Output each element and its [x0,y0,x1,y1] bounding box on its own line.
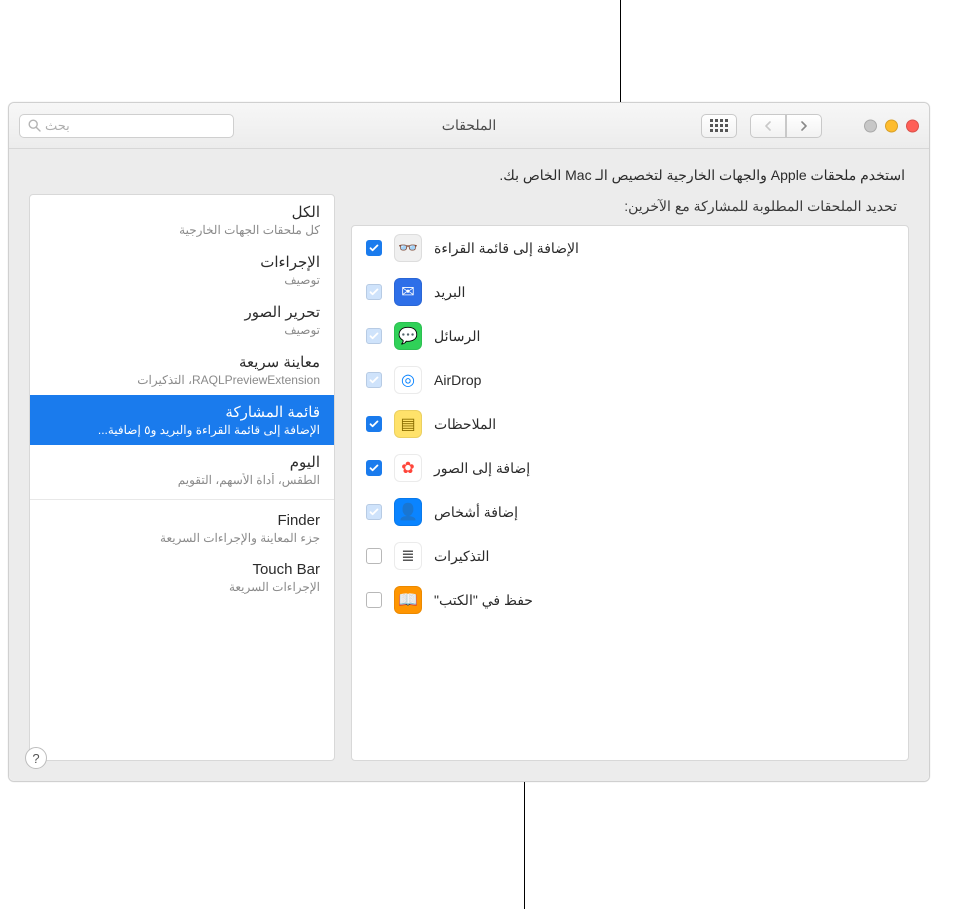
category-sidebar: الكل كل ملحقات الجهات الخارجية الإجراءات تو… [29,194,335,761]
extension-checkbox [366,504,382,520]
extensions-list: 👓 الإضافة إلى قائمة القراءة ✉︎ البريد 💬 الرسا… [351,225,909,761]
sidebar-item-subtitle: كل ملحقات الجهات الخارجية [40,223,320,237]
sidebar-item-subtitle: RAQLPreviewExtension، التذكيرات [40,373,320,387]
search-field[interactable]: بحث [19,114,234,138]
sidebar-item-0[interactable]: الكل كل ملحقات الجهات الخارجية [30,195,334,245]
window-body: استخدم ملحقات Apple والجهات الخارجية لتخ… [9,149,929,781]
sidebar-item-subtitle: توصيف [40,323,320,337]
sidebar-item-4[interactable]: قائمة المشاركة الإضافة إلى قائمة القراءة … [30,395,334,445]
extension-label: الملاحظات [434,416,496,433]
extension-label: حفظ في "الكتب" [434,592,533,609]
extension-label: البريد [434,284,465,301]
mail-icon: ✉︎ [394,278,422,306]
sidebar-item-2[interactable]: تحرير الصور توصيف [30,295,334,345]
notes-icon: ▤ [394,410,422,438]
extension-checkbox[interactable] [366,240,382,256]
extension-row-2: 💬 الرسائل [352,314,908,358]
books-icon: 📖 [394,586,422,614]
extension-checkbox [366,284,382,300]
search-placeholder: بحث [45,118,70,134]
sidebar-item-3[interactable]: معاينة سريعة RAQLPreviewExtension، التذكي… [30,345,334,395]
extension-row-0: 👓 الإضافة إلى قائمة القراءة [352,226,908,270]
extension-checkbox [366,328,382,344]
sidebar-item-5[interactable]: اليوم الطقس، أداة الأسهم، التقويم [30,445,334,495]
extension-checkbox[interactable] [366,592,382,608]
extension-row-7: ≣ التذكيرات [352,534,908,578]
sidebar-item-title: قائمة المشاركة [40,403,320,421]
extension-row-1: ✉︎ البريد [352,270,908,314]
extension-label: إضافة إلى الصور [434,460,530,477]
photos-icon: ✿ [394,454,422,482]
glasses-icon: 👓 [394,234,422,262]
sidebar-item-title: الكل [40,203,320,221]
extension-label: إضافة أشخاص [434,504,518,521]
messages-icon: 💬 [394,322,422,350]
detail-panel: تحديد الملحقات المطلوبة للمشاركة مع الآخ… [351,194,909,761]
intro-text: استخدم ملحقات Apple والجهات الخارجية لتخ… [9,149,929,194]
sidebar-item-title: اليوم [40,453,320,471]
help-button[interactable]: ? [25,747,47,769]
sidebar-item-subtitle: الإجراءات السريعة [40,580,320,594]
extension-row-5: ✿ إضافة إلى الصور [352,446,908,490]
extension-checkbox[interactable] [366,460,382,476]
extension-label: الرسائل [434,328,480,345]
sidebar-item-title: الإجراءات [40,253,320,271]
sidebar-item-subtitle: الإضافة إلى قائمة القراءة والبريد و٥ إضا… [40,423,320,437]
sidebar-item-1[interactable]: الإجراءات توصيف [30,245,334,295]
sidebar-item-title: تحرير الصور [40,303,320,321]
sidebar-item-subtitle: جزء المعاينة والإجراءات السريعة [40,531,320,545]
extension-checkbox [366,372,382,388]
sidebar-item-title: معاينة سريعة [40,353,320,371]
preferences-window: الملحقات بحث استخدم ملحقات Apple والجهات… [8,102,930,782]
extension-label: AirDrop [434,372,481,388]
titlebar: الملحقات بحث [9,103,929,149]
reminders-icon: ≣ [394,542,422,570]
extension-row-4: ▤ الملاحظات [352,402,908,446]
sidebar-item-subtitle: الطقس، أداة الأسهم، التقويم [40,473,320,487]
sidebar-item-title: Finder [40,512,320,529]
sidebar-item-7[interactable]: Touch Bar الإجراءات السريعة [30,553,334,602]
extension-row-6: 👤 إضافة أشخاص [352,490,908,534]
extension-checkbox[interactable] [366,416,382,432]
extension-row-8: 📖 حفظ في "الكتب" [352,578,908,622]
extension-checkbox[interactable] [366,548,382,564]
airdrop-icon: ◎ [394,366,422,394]
sidebar-item-subtitle: توصيف [40,273,320,287]
extension-label: التذكيرات [434,548,489,565]
search-icon [28,119,41,132]
extension-label: الإضافة إلى قائمة القراءة [434,240,579,257]
detail-heading: تحديد الملحقات المطلوبة للمشاركة مع الآخ… [351,194,909,225]
sidebar-separator [30,499,334,500]
extension-row-3: ◎ AirDrop [352,358,908,402]
people-icon: 👤 [394,498,422,526]
sidebar-item-6[interactable]: Finder جزء المعاينة والإجراءات السريعة [30,504,334,553]
sidebar-item-title: Touch Bar [40,561,320,578]
